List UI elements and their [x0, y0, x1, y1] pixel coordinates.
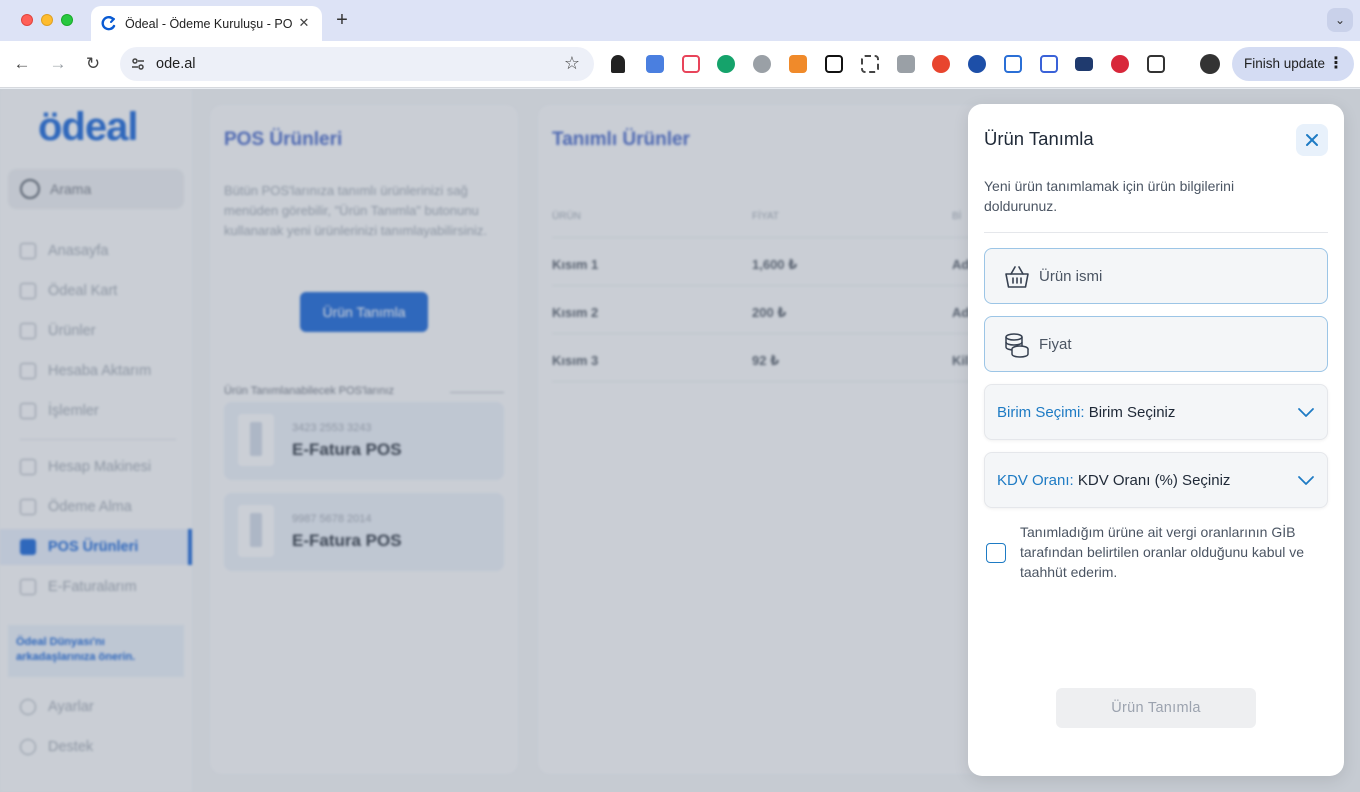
url-text: ode.al	[156, 56, 196, 72]
browser-toolbar: ← → ↻ ode.al ☆ Finish update ⋮	[0, 41, 1360, 88]
more-menu-icon[interactable]: ⋮	[1328, 47, 1344, 81]
chevron-down-icon	[1298, 476, 1314, 485]
notion-extension-icon[interactable]	[825, 55, 843, 73]
odeal-favicon-icon	[101, 15, 116, 30]
puzzle-extensions-icon[interactable]	[1147, 55, 1165, 73]
kdv-select[interactable]: KDV Oranı: KDV Oranı (%) Seçiniz	[984, 452, 1328, 508]
kdv-select-label: KDV Oranı:	[997, 472, 1074, 489]
browser-tab[interactable]: Ödeal - Ödeme Kuruluşu - PO ✕	[91, 6, 322, 41]
window-minimize-button[interactable]	[41, 14, 53, 26]
modal-description: Yeni ürün tanımlamak için ürün bilgileri…	[984, 178, 1235, 214]
profile-avatar[interactable]	[1200, 54, 1220, 74]
browser-tab-bar: Ödeal - Ödeme Kuruluşu - PO ✕ + ⌄	[0, 0, 1360, 41]
screenshot-extension-icon[interactable]	[861, 55, 879, 73]
close-icon	[1306, 134, 1318, 146]
bookmark-star-icon[interactable]: ☆	[564, 53, 580, 74]
globe-extension-icon[interactable]	[968, 55, 986, 73]
unit-select-value: Birim Seçiniz	[1088, 404, 1176, 421]
unit-select[interactable]: Birim Seçimi: Birim Seçiniz	[984, 384, 1328, 440]
grammarly-extension-icon[interactable]	[717, 55, 735, 73]
basket-icon	[1005, 266, 1029, 288]
tab-search-chevron-icon[interactable]: ⌄	[1327, 8, 1353, 32]
window-close-button[interactable]	[21, 14, 33, 26]
chevron-down-icon	[1298, 408, 1314, 417]
finish-update-label: Finish update	[1244, 56, 1326, 71]
address-bar[interactable]: ode.al ☆	[120, 47, 594, 81]
modal-close-button[interactable]	[1296, 124, 1328, 156]
back-arrow-icon[interactable]: ←	[11, 53, 33, 75]
metamask-extension-icon[interactable]	[789, 55, 807, 73]
reload-icon[interactable]: ↻	[82, 53, 104, 75]
tab-close-icon[interactable]: ✕	[296, 15, 312, 31]
define-product-submit-button[interactable]: Ürün Tanımla	[1056, 688, 1256, 728]
eyedropper-extension-icon[interactable]	[611, 55, 625, 73]
price-field[interactable]	[984, 316, 1328, 372]
tab-title: Ödeal - Ödeme Kuruluşu - PO	[125, 16, 293, 31]
camera-extension-icon[interactable]	[897, 55, 915, 73]
define-product-modal: Ürün Tanımla Yeni ürün tanımlamak için ü…	[968, 104, 1344, 776]
crop-extension-icon[interactable]	[1040, 55, 1058, 73]
unit-select-text: Birim Seçimi: Birim Seçiniz	[997, 404, 1175, 421]
pinterest-extension-icon[interactable]	[1111, 55, 1129, 73]
window-extension-icon[interactable]	[1004, 55, 1022, 73]
product-name-input[interactable]	[1039, 257, 1315, 295]
finish-update-button[interactable]: Finish update ⋮	[1232, 47, 1354, 81]
kdv-select-text: KDV Oranı: KDV Oranı (%) Seçiniz	[997, 472, 1230, 489]
new-tab-button[interactable]: +	[333, 9, 351, 31]
gear-extension-icon[interactable]	[753, 55, 771, 73]
window-zoom-button[interactable]	[61, 14, 73, 26]
forward-arrow-icon[interactable]: →	[47, 53, 69, 75]
pocket-extension-icon[interactable]	[682, 55, 700, 73]
consent-checkbox[interactable]	[986, 543, 1006, 563]
plus-extension-icon[interactable]	[932, 55, 950, 73]
translate-extension-icon[interactable]	[646, 55, 664, 73]
video-extension-icon[interactable]	[1075, 57, 1093, 71]
product-name-field[interactable]	[984, 248, 1328, 304]
unit-select-label: Birim Seçimi:	[997, 404, 1085, 421]
modal-title: Ürün Tanımla	[984, 128, 1094, 149]
site-settings-icon[interactable]	[130, 56, 146, 72]
consent-label: Tanımladığım ürüne ait vergi oranlarının…	[1020, 524, 1305, 580]
price-input[interactable]	[1039, 325, 1315, 363]
modal-divider	[984, 232, 1328, 233]
coins-icon	[1005, 333, 1029, 358]
kdv-select-value: KDV Oranı (%) Seçiniz	[1077, 472, 1231, 489]
